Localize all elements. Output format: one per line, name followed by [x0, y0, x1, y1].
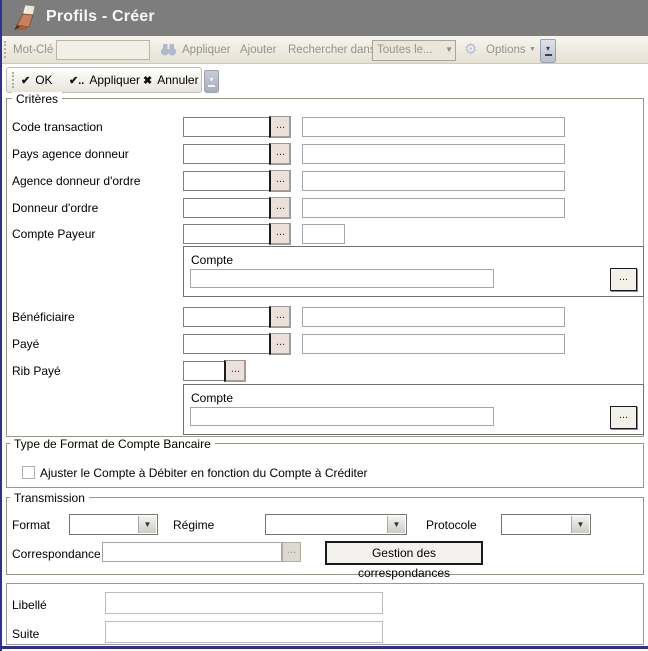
pays-agence-donneur-input[interactable] [183, 144, 270, 164]
compte-label: Compte [191, 253, 233, 267]
chevron-down-icon: ▾ [205, 75, 218, 84]
protocole-label: Protocole [426, 518, 477, 532]
toolbar-overflow-button[interactable]: ▾ [540, 39, 556, 63]
search-scope-dropdown: Toutes le... ▼ [372, 40, 456, 61]
action-toolbar: ✔ OK ✔.. Appliquer ✖ Annuler [6, 67, 202, 93]
format-select[interactable]: ▼ [69, 514, 158, 535]
options-button: Options [486, 43, 526, 57]
toolbar-grip[interactable] [4, 41, 9, 58]
pays-agence-donneur-lookup-button[interactable]: ... [269, 143, 291, 165]
compte-payeur-groupbox: Compte ... [183, 246, 644, 297]
beneficiaire-desc-input[interactable] [302, 307, 565, 327]
search-toolbar: Mot-Clé Appliquer Ajouter Rechercher dan… [0, 36, 648, 64]
window-border-left [0, 0, 2, 651]
apply-search-button: Appliquer [182, 43, 231, 57]
app-icon [8, 3, 38, 38]
regime-label: Régime [173, 518, 214, 532]
beneficiaire-lookup-button[interactable]: ... [269, 306, 291, 328]
rib-paye-groupbox: Compte ... [183, 384, 644, 435]
ajuster-compte-checkbox-label[interactable]: Ajuster le Compte à Débiter en fonction … [40, 466, 368, 480]
keyword-input [56, 40, 150, 60]
beneficiaire-input[interactable] [183, 307, 270, 327]
format-label: Format [12, 518, 50, 532]
chevron-down-icon: ▾ [541, 44, 555, 53]
paye-lookup-button[interactable]: ... [269, 333, 291, 355]
rib-paye-input[interactable] [183, 361, 225, 381]
compte-payeur-extra-input[interactable] [302, 224, 345, 244]
criteria-legend: Critères [12, 92, 62, 106]
title-bar: Profils - Créer [0, 0, 648, 36]
beneficiaire-label: Bénéficiaire [12, 310, 75, 324]
donneur-ordre-input[interactable] [183, 198, 270, 218]
regime-select[interactable]: ▼ [265, 514, 407, 535]
overflow-underline [208, 85, 215, 87]
paye-desc-input[interactable] [302, 334, 565, 354]
agence-donneur-ordre-label: Agence donneur d'ordre [12, 174, 140, 188]
agence-donneur-ordre-lookup-button[interactable]: ... [269, 170, 291, 192]
ok-button-label: OK [35, 73, 52, 87]
rib-paye-compte-lookup-button[interactable]: ... [610, 406, 637, 429]
chevron-down-icon: ▼ [445, 45, 453, 54]
donneur-ordre-label: Donneur d'ordre [12, 201, 98, 215]
code-transaction-input[interactable] [183, 117, 270, 137]
page-title: Profils - Créer [46, 8, 155, 26]
pays-agence-donneur-desc-input[interactable] [302, 144, 565, 164]
agence-donneur-ordre-input[interactable] [183, 171, 270, 191]
format-type-legend: Type de Format de Compte Bancaire [10, 437, 215, 451]
keyword-label: Mot-Clé [13, 43, 53, 57]
correspondance-label: Correspondance [12, 547, 101, 561]
suite-input[interactable] [105, 621, 383, 643]
gestion-correspondances-button[interactable]: Gestion des correspondances [325, 541, 483, 565]
libelle-input[interactable] [105, 592, 383, 614]
search-in-label: Rechercher dans [288, 43, 376, 57]
pays-agence-donneur-label: Pays agence donneur [12, 147, 129, 161]
apply-button[interactable]: ✔.. Appliquer [69, 68, 137, 92]
correspondance-input[interactable] [102, 542, 282, 562]
compte-payeur-input[interactable] [183, 224, 270, 244]
cross-icon: ✖ [143, 74, 152, 87]
toolbar-grip[interactable] [12, 72, 17, 88]
chevron-down-icon: ▼ [529, 46, 536, 53]
cancel-button-label: Annuler [157, 73, 198, 87]
chevron-down-icon: ▼ [138, 516, 156, 533]
window-border-bottom [0, 646, 648, 649]
add-button: Ajouter [240, 43, 276, 57]
gear-icon: ⚙ [464, 40, 477, 58]
ajuster-compte-checkbox[interactable] [22, 466, 35, 479]
donneur-ordre-desc-input[interactable] [302, 198, 565, 218]
transmission-legend: Transmission [10, 491, 89, 505]
apply-button-label: Appliquer [89, 73, 140, 87]
libelle-label: Libellé [12, 598, 47, 612]
cancel-button[interactable]: ✖ Annuler [143, 68, 203, 92]
correspondance-lookup-button: ... [282, 542, 301, 562]
compte-payeur-label: Compte Payeur [12, 227, 95, 241]
search-scope-value: Toutes le... [377, 44, 433, 56]
compte-payeur-lookup-button[interactable]: ... [269, 223, 291, 245]
check-dots-icon: ✔.. [69, 74, 84, 87]
code-transaction-desc-input[interactable] [302, 117, 565, 137]
compte-payeur-compte-lookup-button[interactable]: ... [610, 268, 637, 291]
paye-input[interactable] [183, 334, 270, 354]
rib-paye-label: Rib Payé [12, 364, 61, 378]
binoculars-icon [160, 43, 177, 61]
chevron-down-icon: ▼ [571, 516, 589, 533]
code-transaction-label: Code transaction [12, 120, 103, 134]
suite-label: Suite [12, 627, 39, 641]
agence-donneur-ordre-desc-input[interactable] [302, 171, 565, 191]
chevron-down-icon: ▼ [387, 516, 405, 533]
ok-button[interactable]: ✔ OK [21, 68, 63, 92]
protocole-select[interactable]: ▼ [501, 514, 591, 535]
check-icon: ✔ [21, 74, 30, 87]
paye-label: Payé [12, 337, 39, 351]
code-transaction-lookup-button[interactable]: ... [269, 116, 291, 138]
donneur-ordre-lookup-button[interactable]: ... [269, 197, 291, 219]
toolbar-overflow-button[interactable]: ▾ [204, 70, 219, 93]
window: Profils - Créer Mot-Clé Appliquer Ajoute… [0, 0, 648, 651]
overflow-underline [545, 54, 552, 56]
compte-payeur-compte-input[interactable] [190, 269, 494, 288]
compte-label: Compte [191, 391, 233, 405]
rib-paye-lookup-button[interactable]: ... [224, 360, 246, 382]
rib-paye-compte-input[interactable] [190, 407, 494, 426]
